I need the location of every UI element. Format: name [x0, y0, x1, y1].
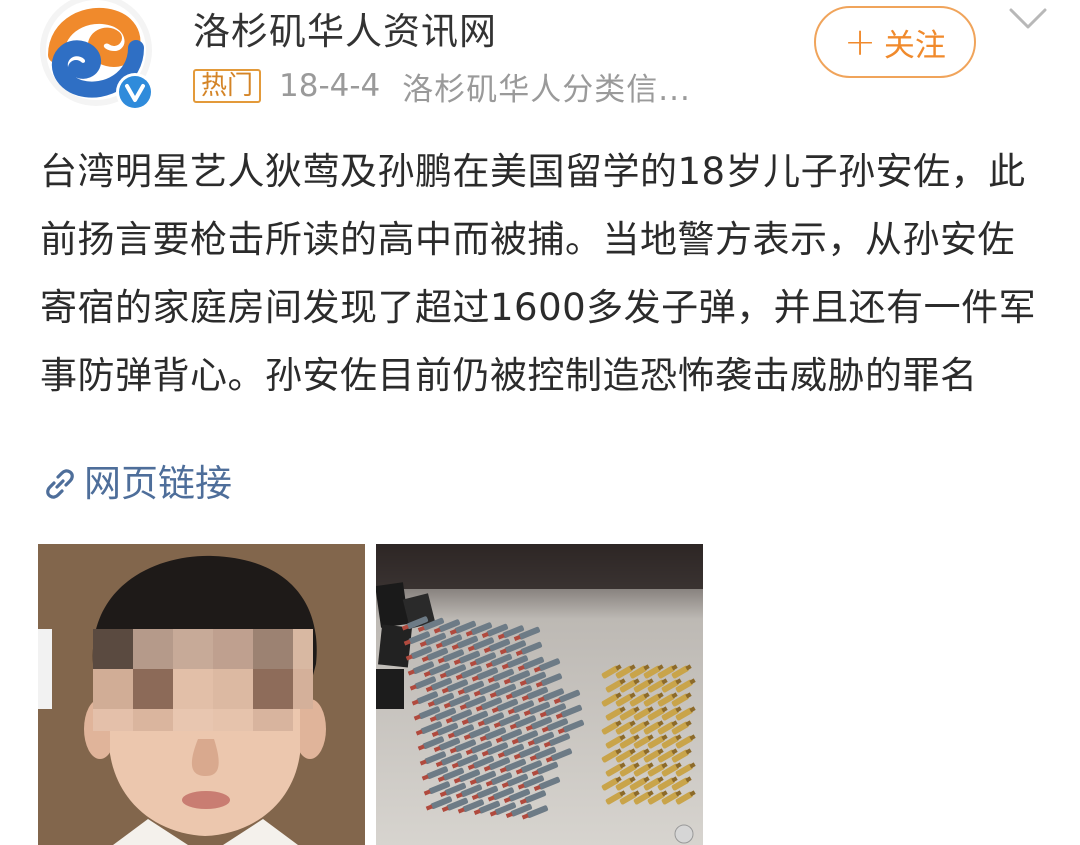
post-meta: 热门 18-4-4 洛杉矶华人分类信...: [193, 66, 691, 108]
post-text: 台湾明星艺人狄莺及孙鹏在美国留学的18岁儿子孙安佐，此前扬言要枪击所读的高中而被…: [40, 150, 1037, 397]
web-link-label: 网页链接: [84, 462, 232, 505]
mugshot-photo[interactable]: [38, 544, 365, 845]
follow-label: 关注: [883, 27, 946, 64]
follow-button[interactable]: + 关注: [814, 6, 976, 78]
account-name[interactable]: 洛杉矶华人资讯网: [193, 7, 497, 57]
hot-badge: 热门: [193, 69, 262, 103]
bullets-photo[interactable]: [376, 544, 703, 845]
web-link[interactable]: 网页链接: [42, 456, 232, 512]
plus-icon: +: [844, 20, 876, 64]
verified-badge: [115, 72, 155, 112]
chevron-down-icon[interactable]: [1008, 6, 1048, 32]
post-date: 18-4-4: [279, 68, 381, 104]
link-icon: [46, 469, 74, 499]
post-source: 洛杉矶华人分类信...: [402, 71, 691, 108]
verified-v-icon: [116, 73, 154, 111]
